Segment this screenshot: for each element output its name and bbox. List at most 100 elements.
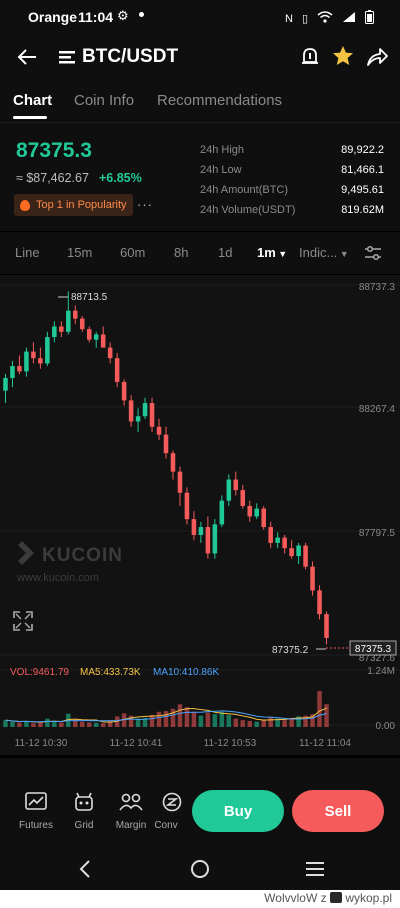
nav-recents-icon[interactable]	[305, 861, 325, 882]
margin-icon[interactable]	[109, 792, 153, 817]
candle	[205, 516, 211, 559]
tab-recommendations[interactable]: Recommendations	[157, 92, 282, 109]
back-arrow-icon[interactable]	[16, 46, 38, 73]
volume-bar	[177, 704, 183, 727]
tab-chart[interactable]: Chart	[13, 92, 52, 109]
volume-bar	[86, 722, 92, 727]
candle-body	[226, 479, 232, 501]
nav-home-icon[interactable]	[190, 859, 210, 884]
signal-icon	[342, 11, 356, 26]
grid-bot-icon[interactable]	[62, 792, 106, 817]
more-icon[interactable]: ···	[137, 197, 153, 212]
futures-chart-icon[interactable]	[14, 792, 58, 817]
candle	[52, 321, 57, 343]
ma10-legend: MA10:410.86K	[153, 667, 219, 678]
candle-body	[86, 329, 92, 340]
chart-settings-icon[interactable]	[364, 245, 382, 266]
indicators-dropdown[interactable]: Indic... ▼	[299, 245, 349, 260]
candle	[73, 305, 78, 324]
volume-bar	[226, 714, 232, 727]
candle	[289, 540, 294, 559]
action-margin[interactable]: Margin	[109, 820, 153, 831]
candle-body	[93, 334, 99, 340]
nfc-icon: N	[284, 12, 293, 25]
volume-bar	[45, 718, 50, 727]
candle	[177, 466, 183, 506]
last-price: 87375.3	[16, 139, 92, 162]
stat-label-volume: 24h Volume(USDT)	[200, 204, 296, 216]
volume-bar	[240, 720, 246, 727]
chart-toolbar: Line 15m 60m 8h 1d 1m ▼ Indic... ▼	[0, 232, 400, 274]
volume-bar	[59, 722, 64, 727]
interval-60m[interactable]: 60m	[120, 245, 145, 260]
candle	[59, 321, 64, 338]
volume-bar	[93, 722, 99, 727]
interval-8h[interactable]: 8h	[174, 245, 188, 260]
interval-line[interactable]: Line	[15, 245, 40, 260]
stat-value-volume: 819.62M	[341, 204, 384, 216]
interval-15m[interactable]: 15m	[67, 245, 92, 260]
candle	[282, 534, 287, 554]
candle	[79, 315, 85, 332]
candle-body	[121, 381, 127, 401]
candle	[324, 611, 329, 645]
candle-body	[17, 366, 22, 372]
sell-button[interactable]: Sell	[292, 790, 384, 832]
tab-coin-info[interactable]: Coin Info	[74, 92, 134, 109]
volume-bar	[219, 711, 225, 727]
pair-menu-icon[interactable]	[59, 50, 75, 69]
candle-body	[114, 358, 120, 382]
candle-body	[10, 366, 15, 378]
candle	[31, 342, 36, 364]
chart-canvas[interactable]: KUCOIN www.kucoin.com 88737.3 88267.4 87…	[0, 275, 400, 755]
popularity-badge[interactable]: Top 1 in Popularity	[14, 194, 133, 216]
action-grid[interactable]: Grid	[62, 820, 106, 831]
nav-back-icon[interactable]	[78, 859, 92, 884]
favorite-star-icon[interactable]	[332, 45, 354, 72]
stat-label-high: 24h High	[200, 144, 245, 156]
candle-body	[254, 508, 259, 517]
candle	[303, 542, 308, 570]
status-time: 11:04	[78, 9, 114, 25]
share-icon[interactable]	[366, 46, 388, 73]
vol-axis-top: 1.24M	[367, 666, 395, 677]
volume-bar	[31, 723, 36, 727]
pair-title[interactable]: BTC/USDT	[82, 46, 178, 68]
candle	[17, 355, 22, 375]
volume-bar	[156, 711, 162, 727]
candle	[268, 521, 273, 549]
price-change: +6.85%	[99, 171, 142, 185]
interval-1d[interactable]: 1d	[218, 245, 232, 260]
interval-1m-dropdown[interactable]: 1m ▼	[257, 245, 287, 260]
candle	[233, 471, 239, 496]
candlestick-chart[interactable]: KUCOIN www.kucoin.com 88737.3 88267.4 87…	[0, 275, 400, 755]
candle	[247, 500, 253, 522]
candle	[128, 395, 134, 427]
volume-bar	[52, 721, 57, 727]
candle	[275, 532, 280, 549]
fullscreen-icon[interactable]	[13, 611, 33, 631]
candle	[121, 379, 127, 406]
y-axis-label: 87797.5	[359, 528, 396, 539]
stat-value-high: 89,922.2	[341, 144, 384, 156]
low-marker-label: 87375.2	[272, 645, 309, 656]
action-futures[interactable]: Futures	[14, 820, 58, 831]
alert-bell-icon[interactable]	[300, 46, 320, 73]
caret-down-icon: ▼	[275, 249, 288, 259]
x-axis-label: 11-12 10:30	[15, 738, 68, 749]
volume-bar	[79, 721, 85, 727]
candle-body	[128, 400, 134, 422]
convert-icon[interactable]	[150, 792, 194, 817]
buy-button[interactable]: Buy	[192, 790, 284, 832]
candle	[45, 331, 50, 367]
flame-icon	[20, 199, 30, 211]
volume-bar	[170, 708, 176, 727]
volume-bar	[17, 722, 22, 727]
candle	[184, 487, 190, 525]
candle-body	[79, 318, 85, 330]
volume-bar	[184, 707, 190, 727]
carrier-name: Orange	[28, 9, 78, 25]
stat-value-low: 81,466.1	[341, 164, 384, 176]
action-convert[interactable]: Conv	[148, 820, 184, 831]
candle-body	[149, 403, 155, 427]
